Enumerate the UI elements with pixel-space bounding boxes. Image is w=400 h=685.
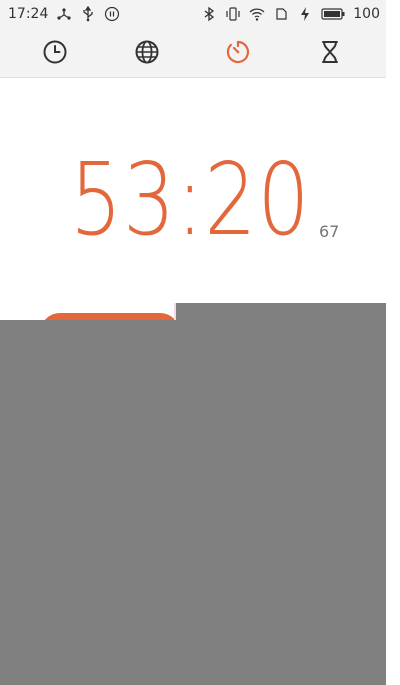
wifi-icon — [249, 6, 265, 22]
stopwatch-display: 53:20 67 — [0, 145, 386, 255]
charging-icon — [297, 6, 313, 22]
stopwatch-screen: 17:24 100 53:20 67 — [0, 0, 400, 685]
status-bar-right: 100 — [201, 5, 380, 23]
tab-bar — [0, 28, 386, 78]
tab-stopwatch[interactable] — [224, 38, 252, 66]
clock-icon — [43, 40, 67, 64]
stopwatch-icon — [226, 40, 250, 64]
status-bar-left: 17:24 — [8, 5, 120, 23]
status-bar: 17:24 100 — [0, 0, 386, 28]
tab-clock[interactable] — [41, 38, 69, 66]
stopwatch-time: 53:20 — [70, 141, 311, 258]
share-icon — [56, 6, 72, 22]
screen-right-edge — [386, 0, 400, 685]
battery-icon — [321, 6, 345, 22]
vibrate-icon — [225, 6, 241, 22]
gray-overlay-right — [176, 303, 400, 685]
sim-icon — [273, 6, 289, 22]
battery-level: 100 — [353, 6, 380, 22]
pause-circle-icon — [104, 6, 120, 22]
gray-overlay-left — [0, 320, 176, 685]
globe-icon — [135, 40, 159, 64]
status-time: 17:24 — [8, 6, 49, 22]
tab-timer[interactable] — [316, 38, 344, 66]
tab-world-clock[interactable] — [133, 38, 161, 66]
bluetooth-icon — [201, 6, 217, 22]
usb-icon — [80, 6, 96, 22]
hourglass-icon — [322, 41, 338, 63]
stopwatch-hundredths: 67 — [319, 222, 340, 241]
